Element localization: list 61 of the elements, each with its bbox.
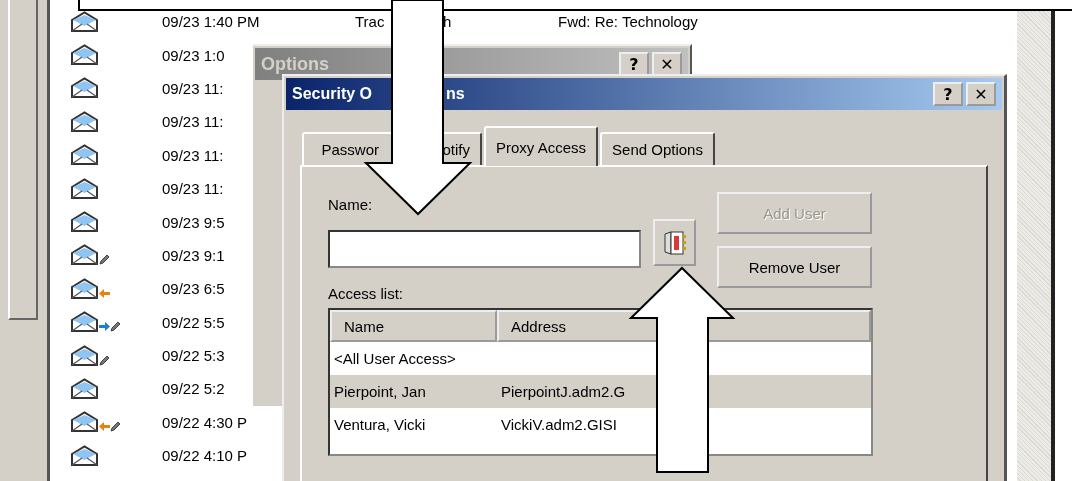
open-envelope-icon <box>70 44 99 67</box>
table-cell-text: VickiV.adm2.GISI <box>500 416 617 433</box>
window-title: ns <box>446 85 465 103</box>
open-envelope-icon <box>70 10 99 33</box>
message-date: 09/22 5:5 <box>162 313 225 331</box>
pencil-icon <box>110 321 121 333</box>
table-cell-text: <All User Access> <box>333 350 457 367</box>
message-sender: Trac <box>355 13 385 31</box>
list-row[interactable]: Pierpoint, Jan PierpointJ.adm2.G <box>330 375 871 408</box>
table-cell-text: Ventura, Vicki <box>333 416 427 433</box>
message-date: 09/22 5:3 <box>162 347 225 365</box>
list-row[interactable]: Ventura, Vicki VickiV.adm2.GISI <box>330 408 871 441</box>
tab[interactable]: Send Options <box>600 132 715 165</box>
field-label: Access list: <box>328 285 404 302</box>
window-title: Security O <box>292 85 374 103</box>
close-button[interactable]: ✕ <box>966 82 996 106</box>
open-envelope-icon <box>70 244 99 267</box>
field-label: Name: <box>328 196 374 213</box>
window-title: Options <box>261 53 329 75</box>
message-date: 09/23 9:5 <box>162 213 225 231</box>
help-button[interactable]: ? <box>619 52 649 76</box>
message-date: 09/23 11: <box>162 79 224 97</box>
message-date: 09/23 1:0 <box>162 46 225 64</box>
scroll-bar[interactable] <box>1017 9 1051 481</box>
open-envelope-icon <box>70 277 99 300</box>
column-header[interactable]: Name <box>330 310 497 342</box>
pencil-icon <box>110 421 121 433</box>
left-arrow-icon <box>99 287 110 299</box>
address-book-icon <box>662 229 687 256</box>
message-date: 09/23 11: <box>162 146 224 164</box>
message-date: 09/23 1:40 PM <box>162 13 260 31</box>
close-button[interactable]: ✕ <box>652 52 682 76</box>
message-date: 09/23 9:1 <box>162 246 225 264</box>
right-arrow-icon <box>99 321 110 333</box>
name-field[interactable] <box>328 230 641 268</box>
table-cell-text: PierpointJ.adm2.G <box>500 383 626 400</box>
open-envelope-icon <box>70 110 99 133</box>
tab[interactable]: Proxy Access <box>484 126 599 166</box>
message-subject: Fwd: Re: Technology <box>558 13 698 31</box>
message-date: 09/22 4:10 P <box>162 447 248 465</box>
open-envelope-icon <box>70 177 99 200</box>
help-button[interactable]: ? <box>933 82 963 106</box>
address-book-button[interactable] <box>653 219 696 266</box>
open-envelope-icon <box>70 77 99 100</box>
table-cell-text: Pierpoint, Jan <box>333 383 427 400</box>
message-date: 09/22 5:2 <box>162 380 225 398</box>
message-date: 09/23 6:5 <box>162 280 225 298</box>
list-row[interactable]: <All User Access> <box>330 342 871 375</box>
message-date: 09/22 4:30 P <box>162 413 248 431</box>
message-date: 09/23 11: <box>162 180 224 198</box>
open-envelope-icon <box>70 311 99 334</box>
open-envelope-icon <box>70 444 99 467</box>
open-envelope-icon <box>70 144 99 167</box>
open-envelope-icon <box>70 344 99 367</box>
open-envelope-icon <box>70 411 99 434</box>
remove-user-button[interactable]: Remove User <box>717 246 872 288</box>
message-date: 09/23 11: <box>162 113 224 131</box>
open-envelope-icon <box>70 378 99 400</box>
left-arrow-icon <box>99 421 110 433</box>
open-envelope-icon <box>70 211 99 234</box>
message-sender: h <box>443 13 452 31</box>
